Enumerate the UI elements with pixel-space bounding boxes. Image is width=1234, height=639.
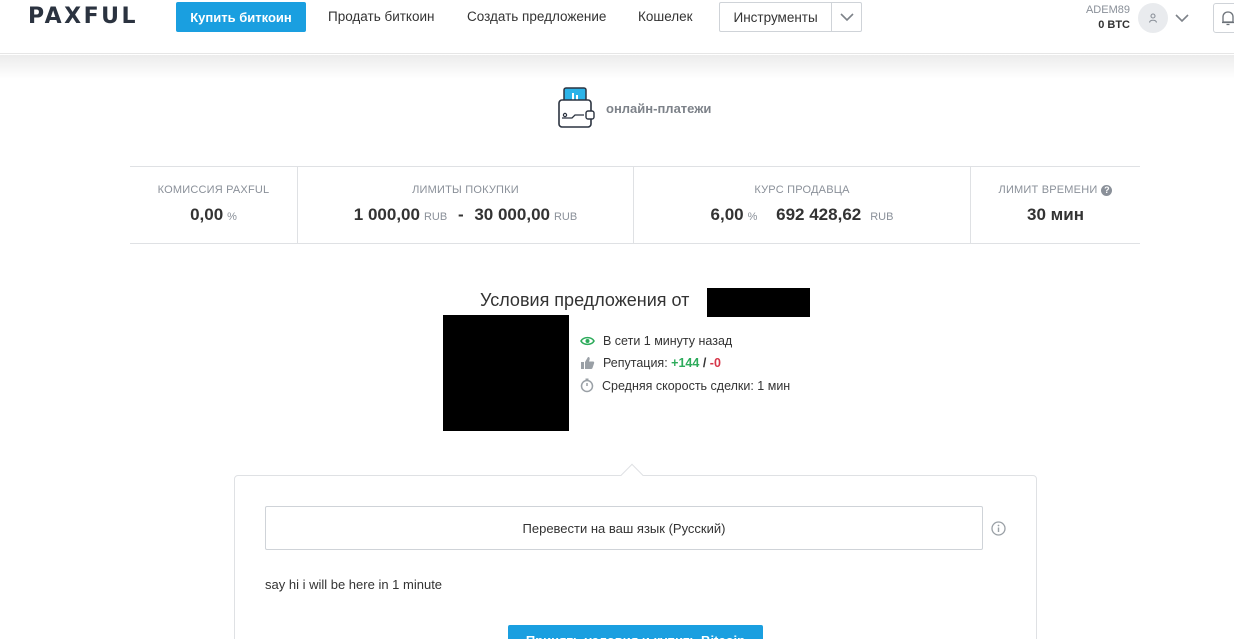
chevron-down-icon[interactable] xyxy=(832,3,861,31)
help-icon[interactable]: ? xyxy=(1101,184,1113,196)
time-limit-stat: ЛИМИТ ВРЕМЕНИ ? 30 мин xyxy=(971,167,1140,243)
timer-icon xyxy=(580,378,594,393)
limits-label: ЛИМИТЫ ПОКУПКИ xyxy=(412,184,519,196)
reputation-positive: +144 xyxy=(671,356,700,370)
reputation-negative: -0 xyxy=(709,356,721,370)
offer-stats: КОМИССИЯ PAXFUL 0,00% ЛИМИТЫ ПОКУПКИ 1 0… xyxy=(130,166,1140,244)
translate-button[interactable]: Перевести на ваш язык (Русский) xyxy=(265,506,983,550)
accept-terms-buy-button[interactable]: Принять условия и купить Bitcoin xyxy=(508,625,763,639)
redacted-seller-avatar xyxy=(443,315,569,431)
time-limit-value: 30 мин xyxy=(1027,205,1084,224)
top-header: PAXFUL Купить биткоин Продать биткоин Со… xyxy=(0,0,1234,54)
tools-dropdown[interactable]: Инструменты xyxy=(719,2,862,32)
bell-icon xyxy=(1222,11,1234,26)
nav-buy-bitcoin-button[interactable]: Купить биткоин xyxy=(176,2,306,32)
user-avatar[interactable] xyxy=(1138,3,1168,33)
user-icon xyxy=(1148,13,1158,23)
seller-avg-speed: Средняя скорость сделки: 1 мин xyxy=(580,378,790,393)
fee-label: КОМИССИЯ PAXFUL xyxy=(157,184,270,196)
limits-value: 1 000,00 RUB - 30 000,00 RUB xyxy=(353,205,578,224)
info-icon[interactable] xyxy=(991,521,1006,541)
purchase-limits-stat: ЛИМИТЫ ПОКУПКИ 1 000,00 RUB - 30 000,00 RU… xyxy=(298,167,634,243)
seller-reputation: Репутация: +144 / -0 xyxy=(580,356,721,370)
eye-icon xyxy=(580,336,595,346)
redacted-seller-name xyxy=(707,288,810,317)
header-shadow xyxy=(0,55,1234,79)
rate-label: КУРС ПРОДАВЦА xyxy=(754,184,850,196)
user-menu-chevron-icon[interactable] xyxy=(1175,10,1189,28)
payment-method-label: онлайн-платежи xyxy=(606,101,712,116)
nav-create-offer-link[interactable]: Создать предложение xyxy=(467,9,606,24)
user-balance: 0 BTC xyxy=(1098,19,1130,31)
fee-stat: КОМИССИЯ PAXFUL 0,00% xyxy=(130,167,298,243)
notifications-button[interactable] xyxy=(1213,3,1234,33)
offer-terms-card xyxy=(234,475,1037,639)
nav-sell-bitcoin-link[interactable]: Продать биткоин xyxy=(328,9,435,24)
thumbs-up-icon xyxy=(581,357,595,369)
time-limit-label: ЛИМИТ ВРЕМЕНИ ? xyxy=(971,184,1140,196)
paxful-logo[interactable]: PAXFUL xyxy=(28,4,138,29)
wallet-icon xyxy=(556,86,596,135)
username: ADEM89 xyxy=(1085,4,1130,16)
offer-terms-title: Условия предложения от xyxy=(480,290,690,310)
fee-value: 0,00% xyxy=(190,205,237,224)
seller-online-status: В сети 1 минуту назад xyxy=(580,334,732,348)
nav-wallet-link[interactable]: Кошелек xyxy=(638,9,693,24)
tools-dropdown-label: Инструменты xyxy=(720,3,833,31)
offer-terms-text: say hi i will be here in 1 minute xyxy=(265,577,443,592)
seller-rate-stat: КУРС ПРОДАВЦА 6,00% 692 428,62 RUB xyxy=(634,167,971,243)
rate-value: 6,00% 692 428,62 RUB xyxy=(710,205,894,224)
